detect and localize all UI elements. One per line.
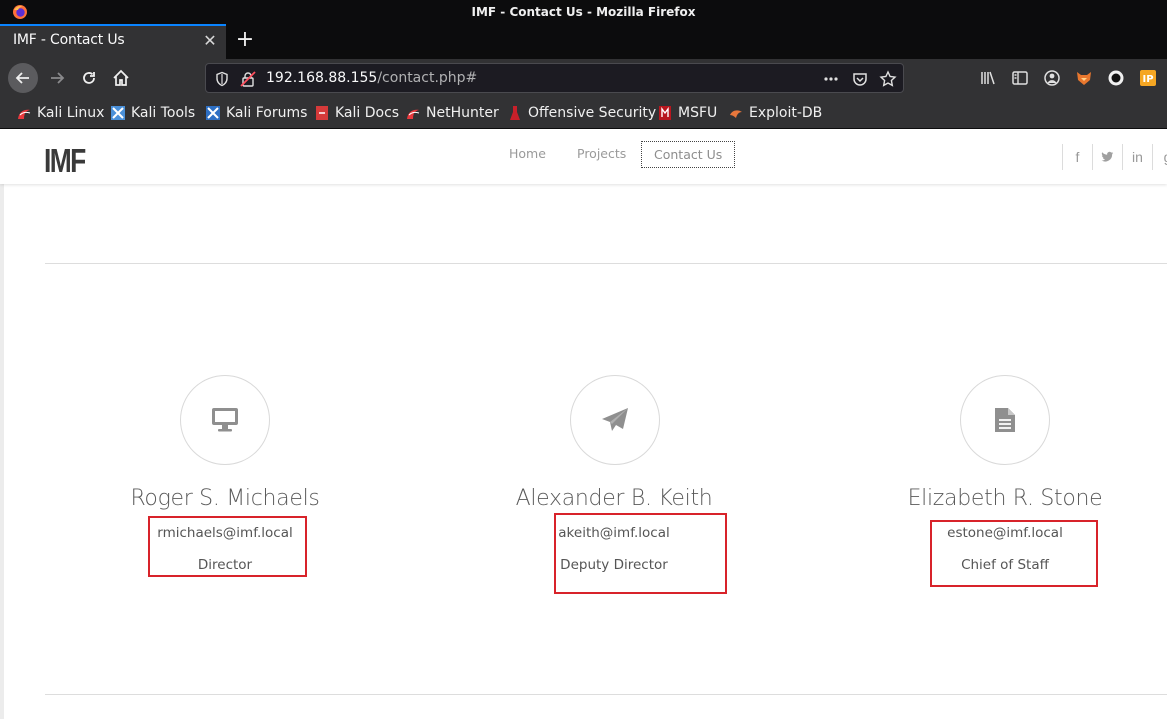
- account-icon[interactable]: [1043, 69, 1061, 87]
- extension-circle-icon[interactable]: [1107, 69, 1125, 87]
- firefox-logo-icon: [13, 5, 27, 19]
- page-actions-icon[interactable]: [822, 70, 840, 88]
- section-divider-top: [45, 263, 1167, 264]
- site-header: IMF Home Projects Contact Us f in g: [0, 130, 1167, 184]
- bookmark-msfu[interactable]: MSFU: [657, 104, 717, 122]
- arrow-left-icon: [15, 72, 29, 84]
- insecure-lock-icon[interactable]: [240, 71, 256, 87]
- bookmark-exploit-db[interactable]: Exploit-DB: [728, 104, 822, 122]
- contact-name: Alexander B. Keith: [515, 486, 713, 511]
- menu-home[interactable]: Home: [497, 141, 558, 168]
- contact-icon-circle: [180, 375, 270, 465]
- url-path: /contact.php#: [377, 70, 478, 86]
- contact-name: Roger S. Michaels: [130, 486, 320, 511]
- extension-fox-icon[interactable]: [1075, 69, 1093, 87]
- section-divider-bottom: [45, 694, 1167, 695]
- tab-active[interactable]: IMF - Contact Us ✕: [0, 24, 226, 59]
- facebook-icon[interactable]: f: [1062, 144, 1092, 170]
- page-viewport: IMF Home Projects Contact Us f in g Roge…: [0, 130, 1167, 719]
- back-button[interactable]: [8, 63, 38, 93]
- home-button[interactable]: [106, 63, 136, 93]
- close-icon[interactable]: ✕: [202, 33, 218, 49]
- contact-icon-circle: [570, 375, 660, 465]
- highlight-box: [148, 516, 307, 577]
- monitor-icon: [212, 408, 238, 432]
- kali-docs-icon: [316, 106, 328, 120]
- bookmark-kali-docs[interactable]: Kali Docs: [314, 104, 399, 122]
- bookmark-kali-forums[interactable]: Kali Forums: [205, 104, 307, 122]
- bookmark-offensive-security[interactable]: Offensive Security: [507, 104, 656, 122]
- home-icon: [113, 69, 129, 86]
- navigation-toolbar: 192.168.88.155/contact.php# IP: [0, 59, 1167, 97]
- bookmark-label: NetHunter: [426, 105, 499, 121]
- bookmark-label: MSFU: [678, 105, 718, 121]
- exploitdb-icon: [730, 110, 742, 118]
- bookmarks-toolbar: Kali Linux Kali Tools Kali Forums Kali D…: [0, 97, 1167, 129]
- contact-icon-circle: [960, 375, 1050, 465]
- page-left-border: [0, 130, 4, 719]
- reload-button[interactable]: [74, 63, 104, 93]
- nethunter-icon: [407, 109, 420, 119]
- twitter-icon[interactable]: [1092, 144, 1122, 170]
- svg-text:IP: IP: [1142, 74, 1153, 85]
- window-titlebar: IMF - Contact Us - Mozilla Firefox: [0, 0, 1167, 24]
- menu-projects[interactable]: Projects: [565, 141, 638, 168]
- url-bar[interactable]: 192.168.88.155/contact.php#: [205, 63, 904, 93]
- arrow-right-icon: [51, 72, 65, 84]
- ip-extension-icon[interactable]: IP: [1139, 69, 1157, 87]
- pocket-icon[interactable]: [851, 70, 869, 88]
- sidebar-icon[interactable]: [1011, 69, 1029, 87]
- contact-name: Elizabeth R. Stone: [907, 486, 1103, 511]
- document-icon: [995, 408, 1015, 432]
- msfu-icon: [659, 106, 671, 120]
- twitter-bird-icon: [1101, 151, 1114, 162]
- url-text[interactable]: 192.168.88.155/contact.php#: [266, 70, 477, 86]
- tab-bar: IMF - Contact Us ✕ +: [0, 24, 1167, 59]
- kali-icon: [18, 109, 31, 119]
- google-plus-icon[interactable]: g: [1152, 144, 1167, 170]
- window-title: IMF - Contact Us - Mozilla Firefox: [471, 5, 696, 19]
- bookmark-kali-linux[interactable]: Kali Linux: [16, 104, 104, 122]
- bookmark-label: Kali Forums: [226, 105, 308, 121]
- site-logo[interactable]: IMF: [44, 142, 86, 180]
- menu-contact-us[interactable]: Contact Us: [641, 141, 736, 168]
- url-host: 192.168.88.155: [266, 70, 378, 86]
- forward-button[interactable]: [42, 63, 72, 93]
- bookmark-label: Offensive Security: [528, 105, 657, 121]
- highlight-box: [930, 520, 1098, 587]
- paper-plane-icon: [602, 408, 628, 431]
- star-bookmark-icon[interactable]: [879, 70, 897, 88]
- bookmark-nethunter[interactable]: NetHunter: [405, 104, 499, 122]
- bookmark-label: Kali Docs: [335, 105, 400, 121]
- library-icon[interactable]: [979, 69, 997, 87]
- kali-tools-icon: [111, 106, 125, 120]
- reload-icon: [83, 72, 95, 84]
- shield-icon[interactable]: [214, 71, 230, 87]
- bookmark-label: Kali Linux: [37, 105, 105, 121]
- bookmark-label: Exploit-DB: [749, 105, 823, 121]
- kali-forums-icon: [206, 106, 220, 120]
- bookmark-label: Kali Tools: [131, 105, 196, 121]
- tab-title: IMF - Contact Us: [13, 32, 125, 48]
- bookmark-kali-tools[interactable]: Kali Tools: [110, 104, 195, 122]
- highlight-box: [554, 513, 727, 594]
- linkedin-icon[interactable]: in: [1122, 144, 1152, 170]
- offsec-icon: [510, 106, 520, 120]
- new-tab-button[interactable]: +: [234, 29, 256, 51]
